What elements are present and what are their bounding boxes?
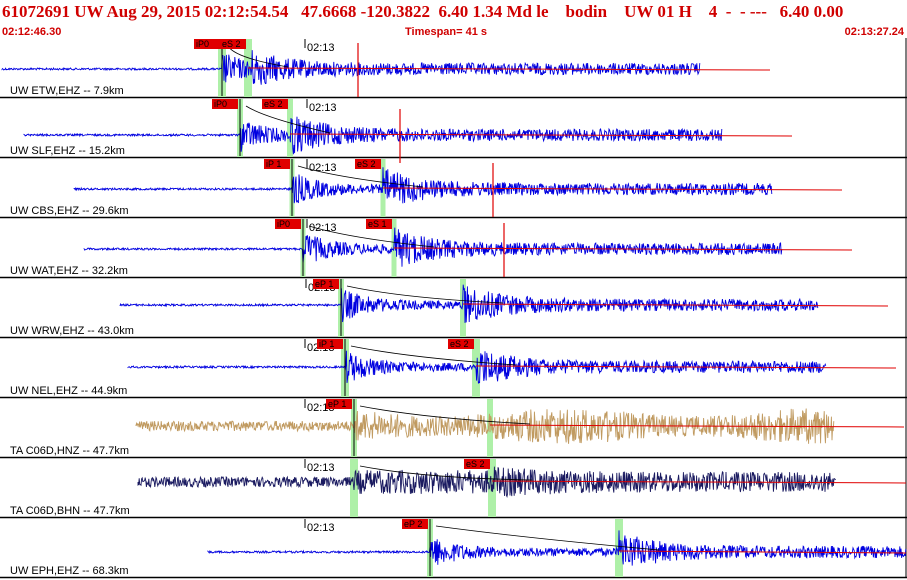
s-pick-label: eS 2 [357, 159, 376, 169]
time-tick-label: 02:13 [307, 522, 335, 534]
channel-label: UW WAT,EHZ -- 32.2km [10, 265, 128, 277]
event-summary-title: 61072691 UW Aug 29, 2015 02:12:54.54 47.… [2, 2, 844, 21]
p-pick-flag[interactable]: iP 1 [317, 339, 343, 349]
p-pick-flag[interactable]: iP0 [275, 219, 301, 229]
p-pick-flag[interactable]: eP 2 [402, 519, 428, 529]
p-pick-label: eP 2 [404, 519, 422, 529]
p-pick-label: eP 1 [315, 279, 333, 289]
channel-panel[interactable]: 02:13iP 1eS 2UW NEL,EHZ -- 44.9km [0, 338, 907, 399]
channel-label: UW WRW,EHZ -- 43.0km [10, 325, 134, 337]
p-pick-label: eP 1 [328, 399, 346, 409]
waveform-trace[interactable] [1, 50, 701, 85]
waveform-trace[interactable] [207, 530, 907, 566]
p-pick-label: iP0 [196, 39, 209, 49]
p-pick-flag[interactable]: eP 1 [313, 279, 339, 289]
timespan-label: Timespan= 41 s [405, 26, 488, 38]
traveltime-curve [346, 285, 504, 304]
seismogram-panel[interactable]: 02:13 iP0 eS 2 UW ETW,EHZ -- 7.9km 02:13 iP0 e… [0, 38, 907, 580]
s-pick-label: eS 1 [368, 219, 387, 229]
p-pick-label: iP0 [214, 99, 227, 109]
channel-label: UW ETW,EHZ -- 7.9km [10, 85, 124, 97]
end-time-label: 02:13:27.24 [844, 26, 904, 38]
channel-label: TA C06D,HNZ -- 47.7km [10, 445, 129, 457]
waveform-trace[interactable] [137, 466, 836, 498]
p-pick-label: iP 1 [266, 159, 281, 169]
s-pick-flag[interactable]: eS 2 [355, 159, 381, 169]
p-pick-flag[interactable]: eP 1 [326, 399, 352, 409]
channel-panel[interactable]: 02:13iP0 eS 1UW WAT,EHZ -- 32.2km [0, 218, 907, 279]
channel-label: UW NEL,EHZ -- 44.9km [10, 385, 127, 397]
s-pick-flag[interactable]: eS 2 [220, 39, 246, 49]
channel-label: UW EPH,EHZ -- 68.3km [10, 565, 129, 577]
time-tick-label: 02:13 [307, 462, 335, 474]
p-pick-flag[interactable]: iP0 [212, 99, 238, 109]
s-pick-label: eS 2 [450, 339, 469, 349]
s-pick-flag[interactable]: eS 1 [366, 219, 392, 229]
s-pick-flag[interactable]: eS 2 [464, 459, 490, 469]
channel-panel[interactable]: 02:13 iP0 eS 2 UW SLF,EHZ -- 15.2km [0, 98, 907, 163]
s-pick-label: eS 2 [466, 459, 485, 469]
p-pick-flag[interactable]: iP0 [194, 39, 220, 49]
channel-panel[interactable]: 02:13eP 1TA C06D,HNZ -- 47.7km [0, 398, 907, 459]
channel-panel[interactable]: 02:13 eP 2 UW EPH,EHZ -- 68.3km [0, 518, 907, 579]
time-tick-label: 02:13 [309, 102, 337, 114]
channel-panel[interactable]: 02:13 iP0 eS 2 UW ETW,EHZ -- 7.9km [0, 38, 907, 99]
s-pick-flag[interactable]: eS 2 [262, 99, 288, 109]
s-pick-label: eS 2 [222, 39, 241, 49]
channel-label: UW SLF,EHZ -- 15.2km [10, 145, 125, 157]
p-pick-label: iP 1 [319, 339, 334, 349]
channel-label: UW CBS,EHZ -- 29.6km [10, 205, 129, 217]
channel-panel[interactable]: 02:13 eS 2 TA C06D,BHN -- 47.7km [0, 458, 907, 519]
p-pick-flag[interactable]: iP 1 [264, 159, 290, 169]
start-time-label: 02:12:46.30 [2, 26, 62, 38]
channel-label: TA C06D,BHN -- 47.7km [10, 505, 130, 517]
s-pick-flag[interactable]: eS 2 [448, 339, 474, 349]
p-pick-label: iP0 [277, 219, 290, 229]
event-header: 61072691 UW Aug 29, 2015 02:12:54.54 47.… [0, 0, 907, 38]
time-tick-label: 02:13 [307, 42, 335, 54]
waveform-trace[interactable] [73, 167, 773, 204]
channel-panel[interactable]: 02:13iP 1 eS 2UW CBS,EHZ -- 29.6km [0, 158, 907, 219]
s-pick-label: eS 2 [264, 99, 283, 109]
channel-panel[interactable]: 02:13eP 1UW WRW,EHZ -- 43.0km [0, 278, 907, 339]
